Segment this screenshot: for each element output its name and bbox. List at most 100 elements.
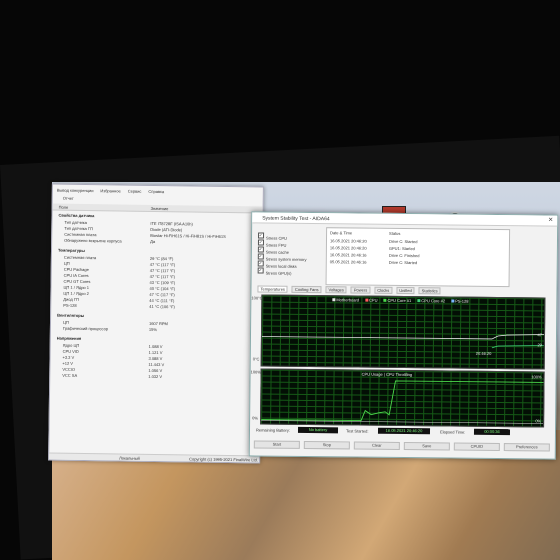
tab-unified[interactable]: Unified [396,286,415,295]
top-reading-2: 29 [537,342,542,348]
column-header: Поле Значение [52,203,263,214]
sensor-label[interactable]: PS-128 [63,303,76,308]
stability-test-window: System Stability Test - AIDA64 ✕ ✓Stress… [248,211,559,460]
temperature-graph: Motherboard CPU CPU Core #1 CPU Core #2 PS-1… [260,294,546,370]
sensor-value: 15% [148,326,157,333]
sensor-label[interactable]: Тип датчика [64,220,87,225]
cpuid-button[interactable]: CPUID [453,442,500,452]
tab-clocks[interactable]: Clocks [374,286,393,294]
photo-scene: Вывод конкуренции Избранное Сервис Справ… [0,0,560,560]
sensor-label[interactable]: ЦП [63,320,69,325]
stress-option[interactable]: ✓Stress GPU(s) [257,261,292,279]
status-bar: Локальный Copyright (c) 1995-2021 FinalW… [49,452,260,463]
section-heading[interactable]: Напряжения [57,336,82,341]
top-reading-1: 47 [537,332,543,338]
status-left: Локальный [119,455,140,461]
temperature-plot [261,334,545,349]
sensor-label[interactable]: +12 V [62,361,73,366]
sensor-label[interactable]: +3.3 V [62,355,74,360]
log-header-time[interactable]: Date & Time [330,230,352,235]
log-status: GPU1: Started [388,245,415,252]
sensor-value: 1607 RPM [148,320,168,327]
menu-item[interactable]: Справка [148,189,164,194]
cpu-plot [261,380,544,424]
graph-tabs: Temperatures Cooling Fans Voltages Powers Cl… [257,285,441,295]
report-button[interactable]: Отчет [63,196,74,201]
sensor-label[interactable]: Ядро ЦП [63,343,80,348]
sensor-label[interactable]: CPU VID [63,349,79,354]
sensor-label[interactable]: VCCIO [62,367,75,372]
sensor-label[interactable]: ЦП 1 / Ядро 1 [63,285,89,290]
sensor-label[interactable]: Тип датчика ГП [64,226,93,231]
elapsed-value: 00:00:36 [473,428,511,436]
tab-cooling-fans[interactable]: Cooling Fans [291,285,322,294]
sensor-value: 40 °C (104 °F) [149,285,176,292]
cpu-usage-line [261,380,544,422]
start-button[interactable]: Start [253,440,300,449]
sensor-value: 47 °C (117 °F) [149,261,176,268]
sensor-label[interactable]: Графический процессор [63,326,108,332]
log-rows: 16.05.2021 20:46:20 Drive C: Started 16.05… [327,228,509,265]
cpu-usage-graph: CPU Usage | CPU Throttling 100% 0% [260,368,545,428]
top-y-min: 0°C [252,356,260,362]
menu-item[interactable]: Вывод конкуренции [57,188,94,194]
top-y-max: 100°C [251,295,263,301]
menu-item[interactable]: Избранное [100,188,120,193]
log-status: Drive C: Finished [388,252,420,259]
log-status: Drive C: Started [388,259,418,266]
section-heading[interactable]: Вентиляторы [57,313,84,318]
tab-statistics[interactable]: Statistics [418,287,441,295]
battery-label: Remaining Battery: [255,427,291,433]
sensor-value: 3.088 V [148,355,163,362]
section-heading[interactable]: Температуры [58,248,85,253]
sensor-label[interactable]: CPU GT Cores [64,279,91,284]
sensor-value: 1.121 V [148,349,163,356]
sensor-value: 47 °C (117 °F) [149,291,175,298]
close-icon[interactable]: ✕ [548,217,553,224]
log-status: Drive C: Started [388,238,418,245]
sensor-value: 41 °C (106 °F) [149,303,175,310]
bottom-right-min: 0% [535,418,542,424]
sensor-value: Diode (ATI-Diode) [150,226,183,233]
clear-button[interactable]: Clear [353,441,400,450]
sensor-value: 44 °C (111 °F) [149,297,175,304]
sensor-label[interactable]: Обнаружено вскрытие корпуса [64,238,122,244]
sensor-value: 1.056 V [148,367,163,374]
sensor-label[interactable]: CPU IA Cores [64,273,89,278]
elapsed-label: Elapsed Time: [439,429,466,435]
log-time: 16.05.2021 20:46:16 [329,252,367,258]
column-field[interactable]: Поле [59,205,69,210]
section-heading[interactable]: Свойства датчика [58,213,94,219]
tab-temperatures[interactable]: Temperatures [257,285,288,293]
title-bar: System Stability Test - AIDA64 ✕ [252,212,558,227]
sensor-value: 47 °C (117 °F) [149,273,176,280]
sensor-value: ITE IT8728F (ISA A10h) [150,220,193,227]
throttle-line [261,420,544,424]
save-button[interactable]: Save [403,442,450,451]
stop-button[interactable]: Stop [303,440,350,450]
sensor-value: 11.443 V [148,361,165,368]
sensor-window: Вывод конкуренции Избранное Сервис Справ… [48,183,264,464]
sensor-label[interactable]: VCC SA [62,373,77,378]
sensor-label[interactable]: Системная плата [64,232,96,237]
checkbox-icon[interactable]: ✓ [257,267,264,274]
tab-powers[interactable]: Powers [350,286,371,294]
log-time: 05.05.2021 20:46:16 [329,259,367,265]
log-header-status[interactable]: Status [389,231,400,236]
menu-item[interactable]: Сервис [128,189,142,194]
top-time: 20:46:20 [475,350,492,356]
sensor-label[interactable]: ЦП [64,261,70,266]
preferences-button[interactable]: Preferences [503,443,550,452]
column-value[interactable]: Значение [151,206,169,211]
sensor-label[interactable]: Системная плата [64,255,96,260]
log-time: 16.05.2021 20:46:20 [329,238,367,244]
sensor-value: 47 °C (117 °F) [149,267,176,274]
sensor-label[interactable]: ЦП 1 / Ядро 2 [63,291,89,296]
temp-series-line [261,334,545,340]
sensor-label[interactable]: Диод ГП [63,297,79,302]
started-value: 16.05.2021 20:46:20 [377,427,431,435]
status-right: Copyright (c) 1995-2021 FinalWire Ltd. [189,456,259,463]
sensor-label[interactable]: CPU Package [64,267,89,272]
tab-voltages[interactable]: Voltages [325,286,347,294]
menu-bar: Вывод конкуренции Избранное Сервис Справ… [57,188,164,194]
